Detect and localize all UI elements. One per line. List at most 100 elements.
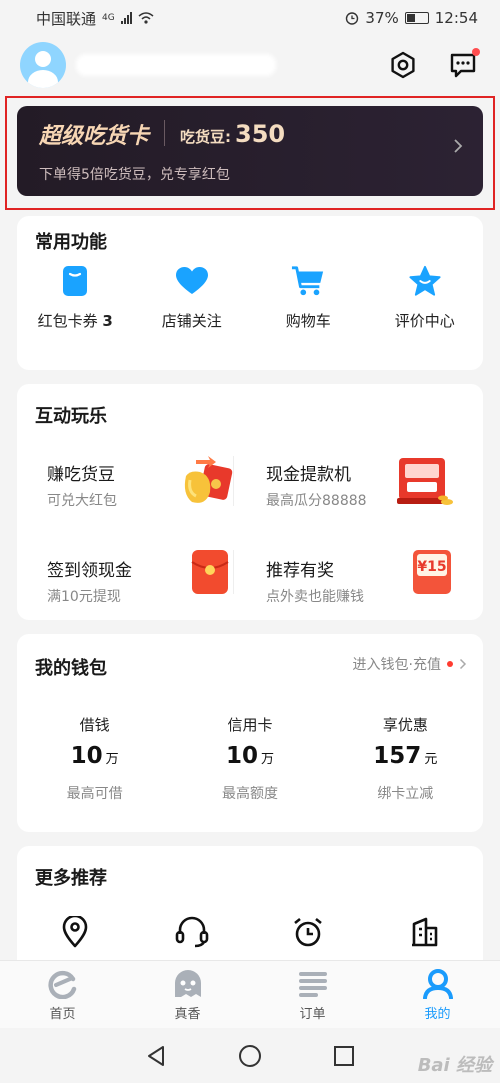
borrow-label: 借钱 <box>79 716 110 734</box>
referral-reward-desc: 点外卖也能赚钱 <box>266 589 364 605</box>
super-card-subtitle: 下单得5倍吃货豆，兑专享红包 <box>39 167 230 183</box>
wallet-credit-card[interactable]: 信用卡 10 万 最高额度 <box>172 714 327 803</box>
earn-beans-item[interactable]: 赚吃货豆 可兑大红包 <box>17 454 250 544</box>
status-bar: 中国联通 4G 37% 12:54 <box>0 0 500 36</box>
reward-coupon-icon: ¥15 <box>413 550 451 594</box>
credit-card-value: 10 <box>225 743 258 769</box>
tab-orders[interactable]: 订单 <box>250 961 375 1028</box>
wallet-card: 我的钱包 进入钱包·充值 借钱 10 万 最高可借 信用卡 10 万 最高额度 享优… <box>17 634 483 832</box>
signin-cash-item[interactable]: 签到领现金 满10元提现 <box>17 550 250 640</box>
tab-mine[interactable]: 我的 <box>375 961 500 1028</box>
person-icon <box>422 969 453 999</box>
profile-header <box>0 36 500 94</box>
wallet-red-dot <box>447 661 453 667</box>
borrow-unit: 万 <box>105 752 119 767</box>
cash-machine-desc: 最高瓜分88888 <box>266 493 367 509</box>
location-icon <box>62 916 88 948</box>
coupons-label: 红包卡券 <box>37 312 98 330</box>
borrow-hint: 最高可借 <box>66 786 123 802</box>
tab-home-label: 首页 <box>49 1007 76 1022</box>
tab-mine-label: 我的 <box>424 1007 451 1022</box>
super-foodie-card[interactable]: 超级吃货卡 吃货豆: 350 下单得5倍吃货豆，兑专享红包 <box>17 106 483 196</box>
more-item-building[interactable] <box>367 916 484 948</box>
followed-shops-label: 店铺关注 <box>161 312 222 330</box>
avatar[interactable] <box>20 42 66 88</box>
building-icon <box>411 917 438 947</box>
username-redacted[interactable] <box>76 54 276 76</box>
star-icon <box>408 264 442 298</box>
tab-zhenxiang-label: 真香 <box>174 1007 201 1022</box>
more-item-alarm[interactable] <box>250 916 367 948</box>
chevron-right-icon <box>454 139 463 153</box>
cash-machine-name: 现金提款机 <box>266 465 351 485</box>
settings-button[interactable] <box>386 48 420 82</box>
wallet-title: 我的钱包 <box>35 658 107 679</box>
tab-zhenxiang[interactable]: 真香 <box>125 961 250 1028</box>
wallet-borrow[interactable]: 借钱 10 万 最高可借 <box>17 714 172 803</box>
wallet-link-label: 进入钱包·充值 <box>352 657 441 673</box>
interactive-fun-title: 互动玩乐 <box>35 406 107 427</box>
signal-icon <box>120 12 132 24</box>
beans-balance: 吃货豆: 350 <box>180 120 285 148</box>
network-type: 4G <box>102 13 115 23</box>
redpacket-icon <box>191 550 229 594</box>
credit-card-label: 信用卡 <box>227 716 273 734</box>
referral-reward-item[interactable]: 推荐有奖 点外卖也能赚钱 ¥15 <box>236 550 469 640</box>
recents-square-icon[interactable] <box>333 1045 355 1067</box>
coupons-count: 3 <box>102 312 113 330</box>
super-card-title: 超级吃货卡 <box>39 124 150 149</box>
messages-button[interactable] <box>446 48 480 82</box>
func-followed-shops[interactable]: 店铺关注 <box>134 264 251 331</box>
func-cart[interactable]: 购物车 <box>250 264 367 331</box>
func-review-center[interactable]: 评价中心 <box>367 264 484 331</box>
home-circle-icon[interactable] <box>238 1044 262 1068</box>
system-nav-bar: Bai 经验 <box>0 1028 500 1083</box>
earn-beans-desc: 可兑大红包 <box>47 493 117 509</box>
review-center-label: 评价中心 <box>394 312 455 330</box>
atm-icon <box>397 458 453 505</box>
discount-unit: 元 <box>424 752 438 767</box>
tab-home[interactable]: 首页 <box>0 961 125 1028</box>
cart-label: 购物车 <box>285 312 331 330</box>
beans-value: 350 <box>235 120 286 148</box>
tab-orders-label: 订单 <box>299 1007 326 1022</box>
battery-percent: 37% <box>365 9 399 27</box>
watermark: Bai 经验 <box>417 1055 492 1076</box>
func-coupons[interactable]: 红包卡券 3 <box>17 264 134 331</box>
common-functions-card: 常用功能 红包卡券 3 店铺关注 购物车 评价中心 <box>17 216 483 370</box>
heart-icon <box>175 264 209 298</box>
clock-time: 12:54 <box>434 9 478 27</box>
more-item-service[interactable] <box>134 916 251 948</box>
settings-icon <box>391 51 415 79</box>
cash-machine-item[interactable]: 现金提款机 最高瓜分88888 <box>236 454 469 544</box>
signin-cash-name: 签到领现金 <box>47 561 132 581</box>
beans-redpacket-icon <box>184 456 233 503</box>
credit-card-unit: 万 <box>260 752 274 767</box>
super-card-divider <box>164 120 165 146</box>
credit-card-hint: 最高额度 <box>221 786 278 802</box>
headset-icon <box>175 916 209 948</box>
wifi-icon <box>138 12 154 24</box>
more-item-location[interactable] <box>17 916 134 948</box>
coupon-icon <box>58 264 92 298</box>
beans-label: 吃货豆: <box>180 128 231 146</box>
discount-value: 157 <box>373 743 422 769</box>
earn-beans-name: 赚吃货豆 <box>47 465 115 485</box>
carrier-text: 中国联通 <box>36 9 97 28</box>
back-icon[interactable] <box>145 1044 167 1068</box>
cart-icon <box>291 264 325 298</box>
borrow-value: 10 <box>70 743 103 769</box>
wallet-discount[interactable]: 享优惠 157 元 绑卡立减 <box>328 714 483 803</box>
unread-dot <box>472 48 480 56</box>
alarm-clock-icon <box>294 917 323 947</box>
bottom-tab-bar: 首页 真香 订单 我的 <box>0 960 500 1028</box>
signin-cash-desc: 满10元提现 <box>47 589 121 605</box>
reward-badge-text: ¥15 <box>417 559 446 575</box>
discount-label: 享优惠 <box>382 716 428 734</box>
alarm-icon <box>346 12 359 25</box>
wallet-entry-link[interactable]: 进入钱包·充值 <box>353 654 467 674</box>
more-recommend-title: 更多推荐 <box>35 868 107 889</box>
ghost-icon <box>174 970 201 997</box>
common-functions-title: 常用功能 <box>35 232 107 253</box>
discount-hint: 绑卡立减 <box>377 786 434 802</box>
